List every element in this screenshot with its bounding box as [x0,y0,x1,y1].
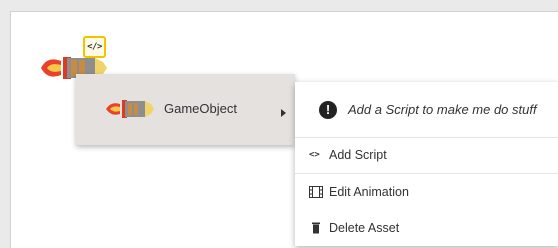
edit-animation-menu-item[interactable]: Edit Animation [295,175,558,210]
add-script-label: Add Script [329,148,387,162]
context-menu: ! Add a Script to make me do stuff <> Ad… [295,82,558,246]
delete-asset-menu-item[interactable]: Delete Asset [295,211,558,246]
gameobject-menu-item[interactable]: GameObject [76,74,295,145]
script-hint: ! Add a Script to make me do stuff [295,82,558,138]
code-tag-icon: </> [87,42,102,52]
trash-icon [312,222,320,234]
edit-animation-label: Edit Animation [329,185,409,199]
film-icon [309,186,323,198]
gameobject-label: GameObject [164,101,237,116]
delete-asset-label: Delete Asset [329,221,400,235]
code-icon: <> [309,150,320,160]
add-script-menu-item[interactable]: <> Add Script [295,138,558,174]
script-badge[interactable]: </> [83,36,106,58]
rocket-icon [106,100,154,118]
hint-text: Add a Script to make me do stuff [348,102,537,117]
exclamation-circle-icon: ! [319,101,337,119]
submenu-arrow-icon [281,109,286,117]
canvas-stage: </> GameObject ! Add a Script to make me… [10,11,558,248]
